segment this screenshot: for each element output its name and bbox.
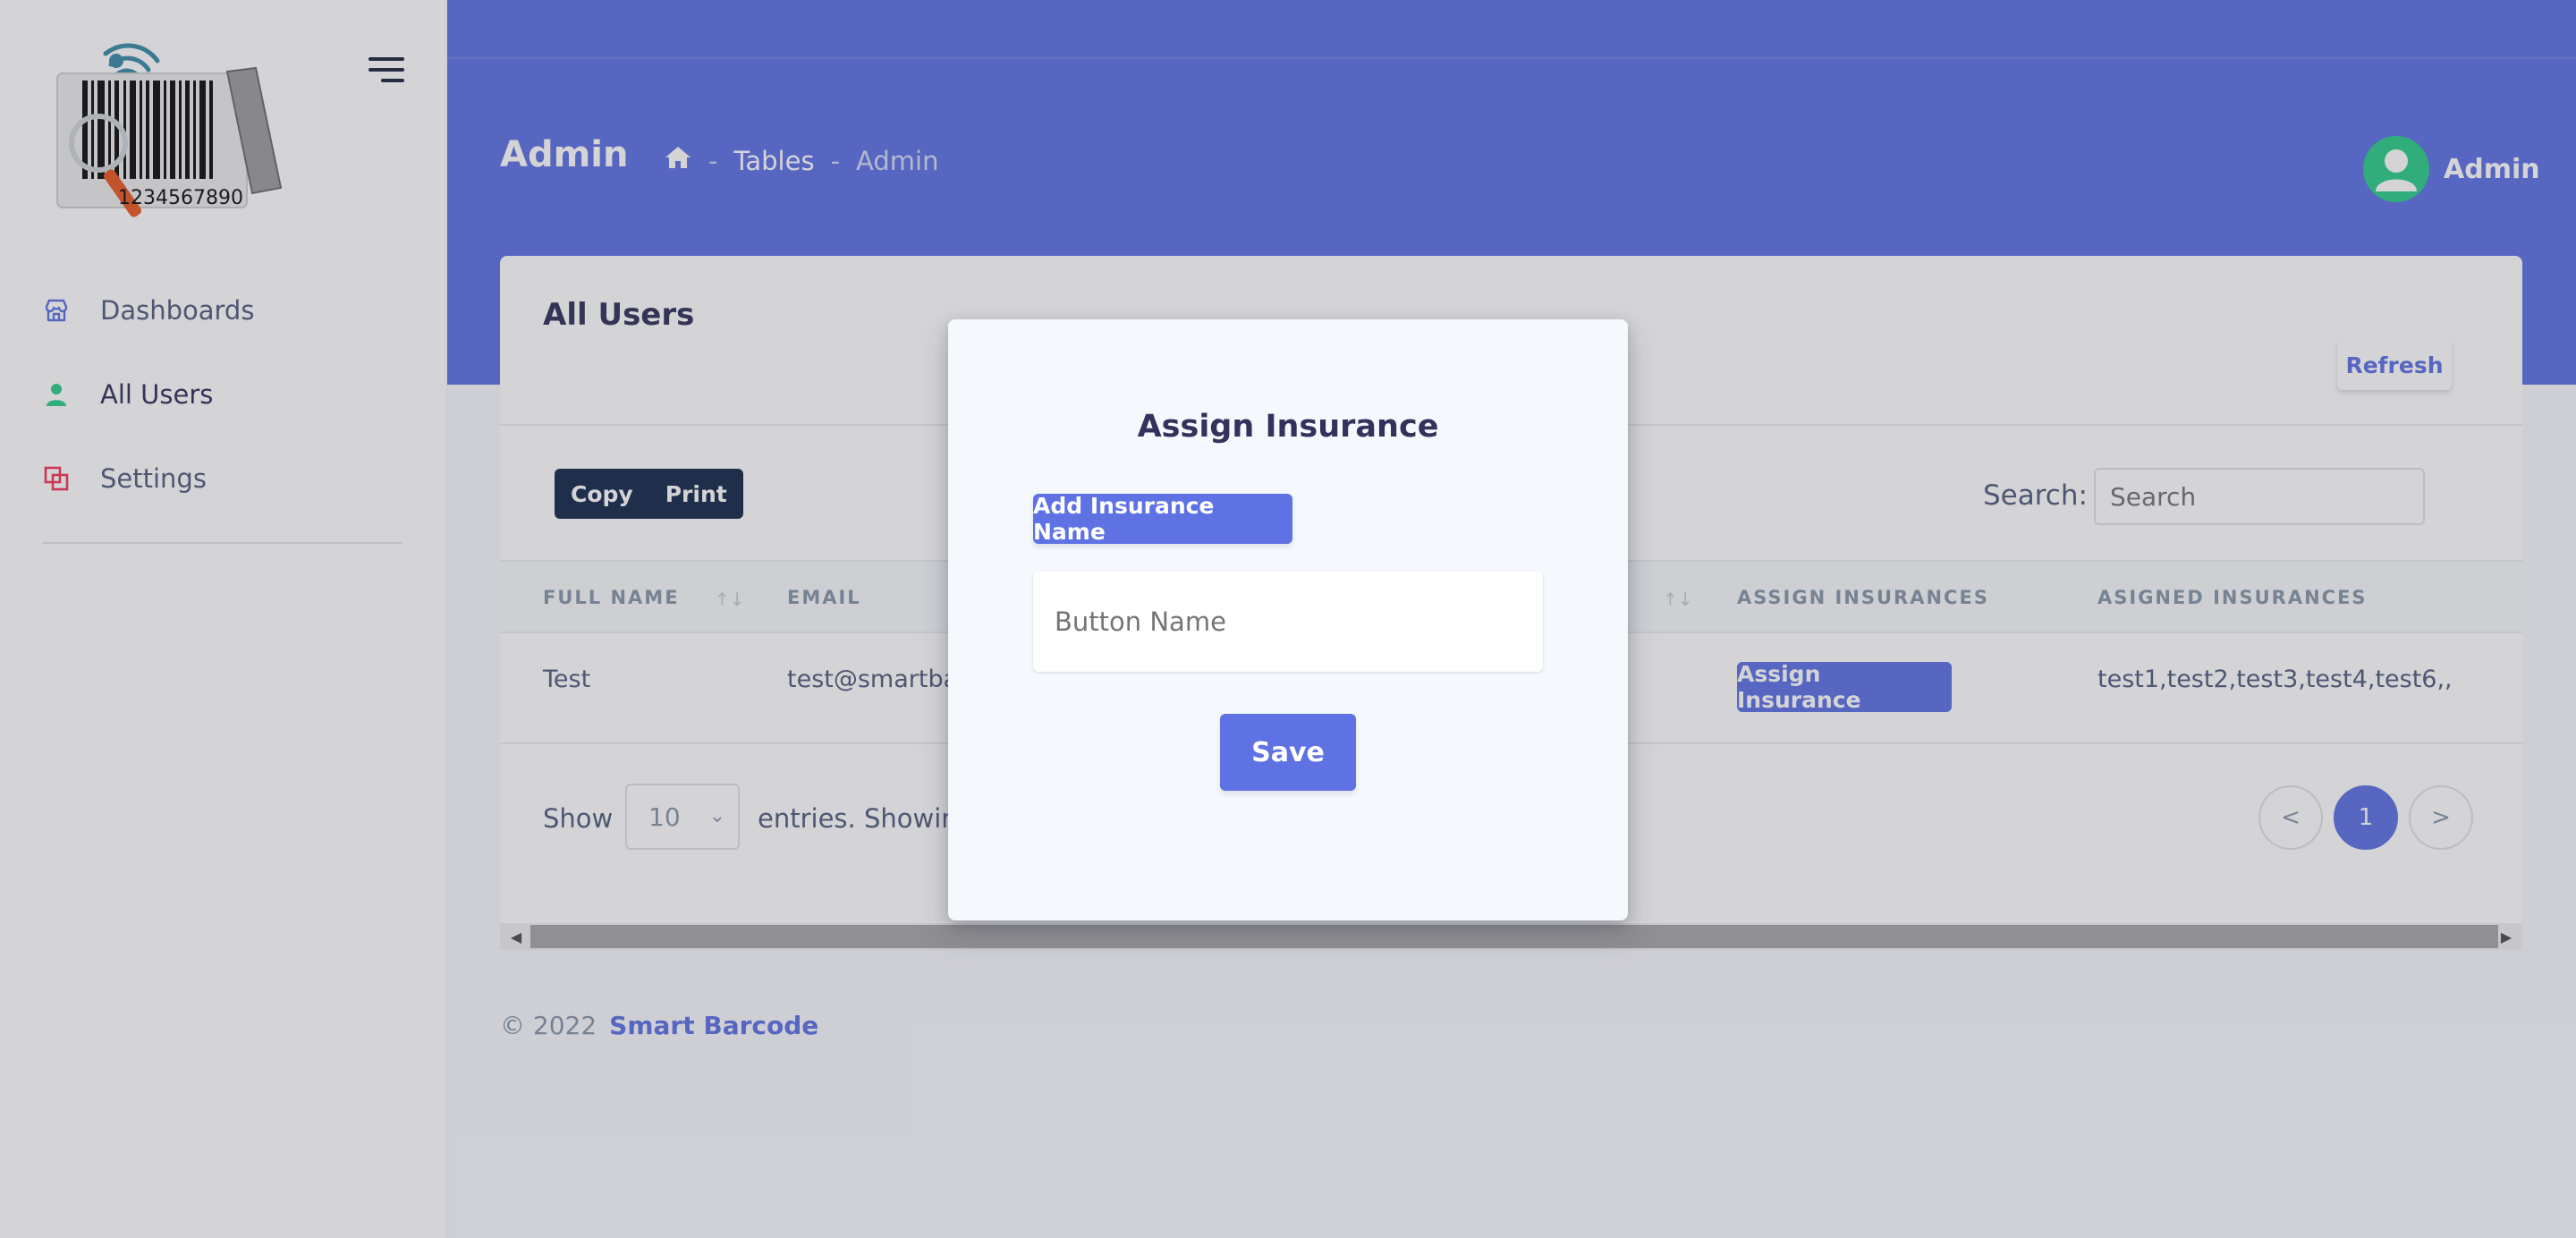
save-button[interactable]: Save [1220, 714, 1356, 791]
modal-title: Assign Insurance [1137, 409, 1439, 445]
button-name-input[interactable] [1033, 572, 1543, 672]
add-insurance-name-button[interactable]: Add Insurance Name [1033, 493, 1292, 545]
assign-insurance-modal: Assign Insurance Add Insurance Name Save [948, 319, 1628, 920]
